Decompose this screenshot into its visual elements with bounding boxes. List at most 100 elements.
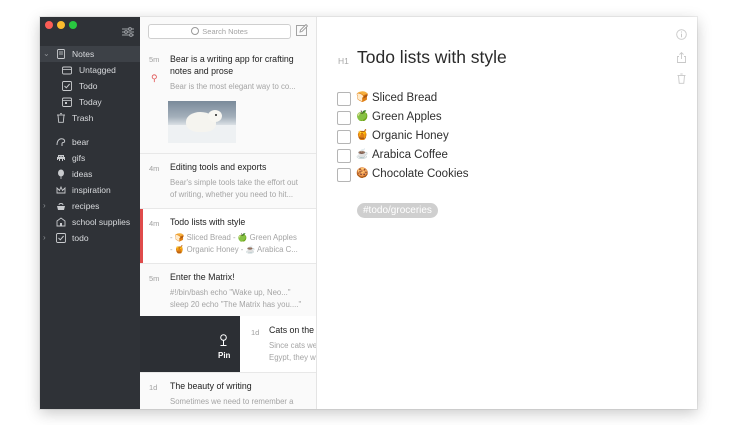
- pin-icon: [220, 334, 227, 346]
- note-age: 5m: [149, 55, 160, 64]
- todo-item: 🍯 Organic Honey: [337, 129, 587, 145]
- search-icon: [191, 27, 200, 35]
- trash-icon: [57, 113, 65, 123]
- todo-text: Sliced Bread: [372, 92, 438, 104]
- note-excerpt: Bear's simple tools take the effort out: [170, 178, 298, 187]
- note-list: Search Notes 5m ⚲ Bear is a writing app …: [140, 17, 317, 409]
- compose-icon[interactable]: [296, 24, 308, 36]
- bread-icon: 🍞: [356, 92, 369, 103]
- trash-icon[interactable]: [676, 73, 687, 84]
- sidebar-item-label: Todo: [79, 81, 98, 91]
- note-excerpt: Egypt, they w: [269, 353, 316, 362]
- sidebar-item-recipes[interactable]: › recipes: [40, 198, 140, 214]
- sidebar-item-label: todo: [72, 233, 89, 243]
- note-title: The beauty of writing: [170, 381, 252, 391]
- sidebar: ⌄ Notes Untagged Todo Today Trash bear g…: [40, 17, 140, 409]
- checkbox-icon: [56, 233, 66, 243]
- todo-checkbox[interactable]: [337, 111, 351, 125]
- note-excerpt: of writing, whether you need to hit...: [170, 190, 294, 199]
- pin-action-button[interactable]: Pin: [140, 316, 240, 372]
- todo-checkbox[interactable]: [337, 92, 351, 106]
- sidebar-item-untagged[interactable]: Untagged: [40, 62, 140, 78]
- list-item[interactable]: 1d The beauty of writing Sometimes we ne…: [140, 373, 316, 409]
- sidebar-item-todo[interactable]: Todo: [40, 78, 140, 94]
- note-title: Cats on the: [269, 325, 314, 335]
- share-icon[interactable]: [676, 52, 687, 63]
- checkbox-icon: [62, 81, 72, 91]
- invader-icon: [57, 155, 65, 161]
- balloon-icon: [58, 169, 64, 179]
- note-excerpt: Bear is the most elegant way to co...: [170, 82, 296, 91]
- untagged-icon: [62, 66, 72, 75]
- cookie-icon: 🍪: [356, 168, 369, 179]
- sidebar-item-label: ideas: [72, 169, 93, 179]
- sidebar-item-inspiration[interactable]: inspiration: [40, 182, 140, 198]
- todo-checkbox[interactable]: [337, 149, 351, 163]
- sidebar-item-today[interactable]: Today: [40, 94, 140, 110]
- todo-text: Arabica Coffee: [372, 149, 448, 161]
- honey-icon: 🍯: [356, 130, 369, 141]
- info-icon[interactable]: [676, 29, 687, 40]
- sidebar-item-gifs[interactable]: gifs: [40, 150, 140, 166]
- sidebar-item-label: Notes: [72, 49, 95, 59]
- todo-item: 🍞 Sliced Bread: [337, 91, 587, 107]
- recipes-icon: [57, 203, 65, 210]
- chevron-down-icon[interactable]: ⌄: [43, 46, 50, 62]
- sliders-icon[interactable]: [121, 26, 135, 38]
- list-item-swiped[interactable]: Pin 1d Cats on the Since cats we Egypt, …: [140, 316, 316, 373]
- note-age: 1d: [149, 383, 158, 392]
- page-title[interactable]: Todo lists with style: [357, 47, 507, 68]
- chevron-right-icon[interactable]: ›: [43, 198, 46, 214]
- todo-text: Organic Honey: [372, 130, 449, 142]
- sidebar-item-label: bear: [72, 137, 90, 147]
- note-excerpt: Since cats we: [269, 341, 316, 350]
- search-input[interactable]: Search Notes: [148, 24, 291, 39]
- note-title-line2: notes and prose: [170, 66, 234, 76]
- sidebar-item-ideas[interactable]: ideas: [40, 166, 140, 182]
- polar-bear-thumbnail: [168, 101, 236, 143]
- todo-checkbox[interactable]: [337, 168, 351, 182]
- calendar-icon: [62, 97, 72, 107]
- note-excerpt: Sometimes we need to remember a: [170, 397, 294, 406]
- sidebar-item-trash[interactable]: Trash: [40, 110, 140, 126]
- sidebar-item-label: Trash: [72, 113, 94, 123]
- pin-label: Pin: [218, 351, 231, 360]
- sidebar-item-label: gifs: [72, 153, 86, 163]
- note-title: Editing tools and exports: [170, 162, 267, 172]
- crown-icon: [56, 185, 66, 194]
- coffee-icon: ☕: [356, 149, 369, 160]
- list-item-selected[interactable]: 4m Todo lists with style - 🍞 Sliced Brea…: [140, 209, 316, 264]
- list-item[interactable]: 5m Enter the Matrix! #!/bin/bash echo "W…: [140, 264, 316, 317]
- zoom-window-button[interactable]: [69, 21, 77, 29]
- note-editor[interactable]: H1 Todo lists with style 🍞 Sliced Bread …: [317, 17, 697, 409]
- search-placeholder: Search Notes: [202, 27, 248, 36]
- list-item[interactable]: 5m ⚲ Bear is a writing app for crafting …: [140, 45, 316, 154]
- note-title: Todo lists with style: [170, 217, 246, 227]
- list-item[interactable]: 4m Editing tools and exports Bear's simp…: [140, 154, 316, 209]
- sidebar-item-label: school supplies: [72, 217, 131, 227]
- pin-icon: ⚲: [151, 73, 158, 83]
- note-excerpt: #!/bin/bash echo "Wake up, Neo...": [170, 288, 291, 297]
- sidebar-item-bear[interactable]: bear: [40, 134, 140, 150]
- todo-text: Chocolate Cookies: [372, 168, 469, 180]
- sidebar-item-school-supplies[interactable]: school supplies: [40, 214, 140, 230]
- tag-chip[interactable]: #todo/groceries: [357, 203, 438, 218]
- selection-indicator: [140, 209, 143, 263]
- note-age: 5m: [149, 274, 160, 283]
- notes-icon: [57, 49, 65, 59]
- todo-checkbox[interactable]: [337, 130, 351, 144]
- todo-item: 🍏 Green Apples: [337, 110, 587, 126]
- sidebar-item-todo-tag[interactable]: › todo: [40, 230, 140, 246]
- sidebar-item-label: Today: [79, 97, 102, 107]
- close-window-button[interactable]: [45, 21, 53, 29]
- chevron-right-icon[interactable]: ›: [43, 230, 46, 246]
- sidebar-item-notes[interactable]: ⌄ Notes: [40, 46, 140, 62]
- apple-icon: 🍏: [356, 111, 369, 122]
- note-title-line1: Bear is a writing app for crafting: [170, 54, 294, 64]
- bear-tag-icon: [56, 138, 66, 146]
- todo-item: ☕ Arabica Coffee: [337, 148, 587, 164]
- minimize-window-button[interactable]: [57, 21, 65, 29]
- note-age: 1d: [251, 328, 260, 337]
- school-icon: [56, 217, 66, 227]
- sidebar-item-label: inspiration: [72, 185, 111, 195]
